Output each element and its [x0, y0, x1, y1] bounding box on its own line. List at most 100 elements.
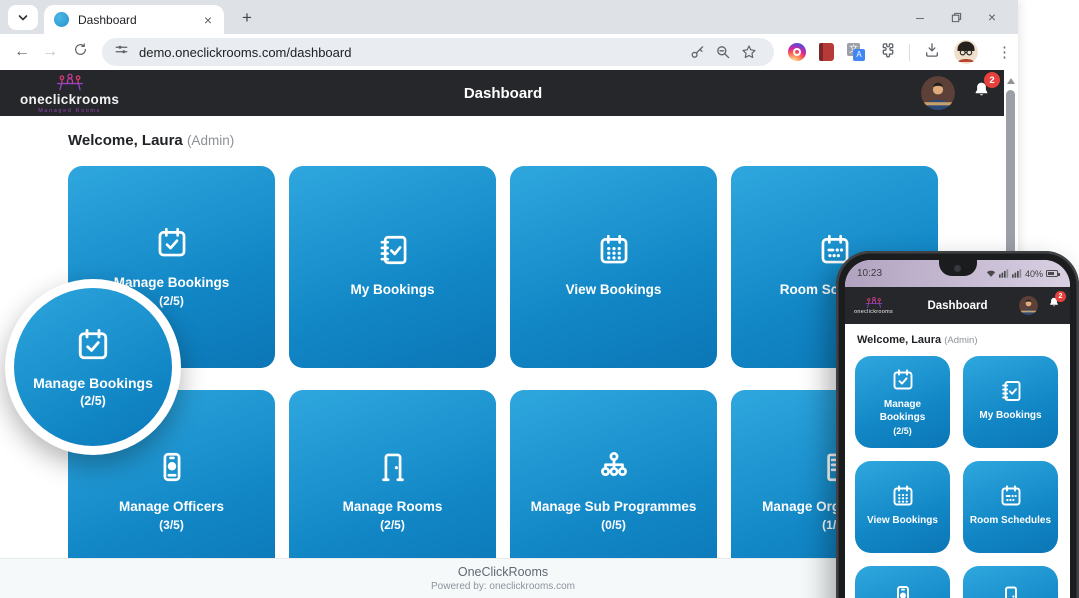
phone-mockup: 10:23 40% oneclickrooms Dashboard	[836, 251, 1079, 598]
door-icon	[999, 584, 1023, 598]
calendar-grid-icon	[891, 484, 915, 508]
calendar-grid-icon	[597, 233, 631, 267]
tile-label: View Bookings	[867, 515, 938, 528]
window-restore-button[interactable]	[938, 0, 974, 34]
wifi-icon	[986, 269, 996, 278]
phone-tile-my-bookings[interactable]: My Bookings	[963, 356, 1058, 448]
tile-label: Manage Rooms	[343, 498, 443, 516]
tab-search-button[interactable]	[8, 5, 38, 30]
scrollbar-up-arrow[interactable]	[1007, 78, 1015, 84]
tile-count: (0/5)	[601, 518, 626, 532]
zoom-out-icon[interactable]	[710, 44, 736, 60]
chevron-down-icon	[17, 12, 29, 24]
tile-count: (2/5)	[893, 426, 912, 436]
url-bar[interactable]: demo.oneclickrooms.com/dashboard	[102, 38, 774, 66]
tile-label: Room Schedules	[970, 515, 1051, 528]
tile-view-bookings[interactable]: View Bookings	[510, 166, 717, 368]
phone-notifications-bell-icon[interactable]: 2	[1047, 296, 1061, 315]
tile-count: (3/5)	[159, 518, 184, 532]
tile-label: My Bookings	[350, 281, 434, 299]
battery-icon	[1046, 270, 1058, 277]
tab-title: Dashboard	[78, 13, 200, 27]
extensions-area: 文A ⋮	[788, 40, 1018, 64]
callout-count: (2/5)	[80, 394, 106, 408]
tile-label: Manage Officers	[119, 498, 224, 516]
calendar-dots-icon	[999, 484, 1023, 508]
battery-percent: 40%	[1025, 269, 1043, 279]
phone-tile-room-schedules[interactable]: Room Schedules	[963, 461, 1058, 553]
page: { "glyphs": { "close": "×", "plus": "+",…	[0, 0, 1079, 598]
tile-label: Manage Sub Programmes	[531, 498, 697, 516]
phone-notification-badge: 2	[1055, 291, 1066, 302]
window-close-button[interactable]: ×	[974, 0, 1010, 34]
phone-app-header: oneclickrooms Dashboard 2	[845, 287, 1070, 324]
browser-toolbar: ← → demo.oneclickrooms.com/dashboard 文A	[0, 34, 1018, 70]
new-tab-button[interactable]: +	[234, 5, 260, 31]
phone-status-bar: 10:23 40%	[845, 260, 1070, 287]
phone-tile-view-bookings[interactable]: View Bookings	[855, 461, 950, 553]
notebook-check-icon	[999, 379, 1023, 403]
phone-tile-manage-rooms[interactable]: Manage Rooms (2/5)	[963, 566, 1058, 598]
phone-welcome-text: Welcome, Laura	[857, 334, 941, 346]
browser-profile-avatar[interactable]	[954, 40, 978, 64]
magnified-manage-bookings-tile: Manage Bookings (2/5)	[14, 288, 172, 446]
status-icons: 40%	[986, 269, 1058, 279]
magnifier-callout: Manage Bookings (2/5)	[5, 279, 181, 455]
phone-welcome-heading: Welcome, Laura (Admin)	[857, 334, 1060, 346]
window-controls: – ×	[902, 0, 1010, 34]
signal-icon	[999, 269, 1009, 278]
user-avatar[interactable]	[921, 76, 955, 110]
tab-strip: Dashboard × + – ×	[0, 0, 1018, 34]
instagram-extension-icon[interactable]	[788, 43, 806, 61]
password-key-icon[interactable]	[684, 44, 710, 60]
extensions-puzzle-icon[interactable]	[878, 41, 896, 64]
window-minimize-button[interactable]: –	[902, 0, 938, 34]
logo-tagline: Managed Rooms	[38, 109, 101, 115]
tile-count: (2/5)	[159, 294, 184, 308]
tile-my-bookings[interactable]: My Bookings	[289, 166, 496, 368]
site-settings-icon[interactable]	[114, 42, 129, 62]
translate-extension-icon[interactable]: 文A	[847, 43, 865, 61]
tile-label: My Bookings	[979, 410, 1041, 423]
calendar-check-icon	[891, 368, 915, 392]
reload-button[interactable]	[66, 42, 94, 62]
phone-notch	[939, 260, 977, 276]
phone-welcome-role: (Admin)	[944, 335, 977, 346]
tab-favicon-icon	[54, 12, 69, 27]
downloads-icon[interactable]	[923, 41, 941, 64]
tile-grid: Manage Bookings (2/5) My Bookings View B…	[68, 166, 938, 592]
url-text: demo.oneclickrooms.com/dashboard	[139, 45, 684, 60]
app-header: oneclickrooms Managed Rooms Dashboard 2	[0, 70, 1006, 116]
toolbar-divider	[909, 44, 910, 61]
tile-label: View Bookings	[566, 281, 662, 299]
forward-button[interactable]: →	[36, 43, 64, 61]
back-button[interactable]: ←	[8, 43, 36, 61]
browser-menu-icon[interactable]: ⋮	[991, 43, 1018, 61]
calendar-check-icon	[75, 327, 111, 363]
phone-user-avatar[interactable]	[1019, 296, 1038, 315]
org-chart-icon	[597, 450, 631, 484]
tile-label: Manage Bookings	[861, 399, 944, 424]
phone-dashboard-content: Welcome, Laura (Admin) Manage Bookings (…	[845, 324, 1070, 598]
bookmark-star-icon[interactable]	[736, 44, 762, 60]
tile-count: (2/5)	[380, 518, 405, 532]
camera-icon	[954, 265, 961, 272]
officer-badge-icon	[155, 450, 189, 484]
browser-tab[interactable]: Dashboard ×	[44, 5, 224, 34]
phone-tile-manage-officers[interactable]: Manage Officers (3/5)	[855, 566, 950, 598]
phone-tile-manage-bookings[interactable]: Manage Bookings (2/5)	[855, 356, 950, 448]
tab-close-icon[interactable]: ×	[200, 12, 216, 28]
page-title: Dashboard	[0, 85, 1006, 102]
officer-badge-icon	[891, 584, 915, 598]
status-time: 10:23	[857, 268, 882, 279]
book-extension-icon[interactable]	[819, 43, 834, 61]
welcome-heading: Welcome, Laura (Admin)	[68, 132, 234, 149]
notifications-bell-icon[interactable]: 2	[971, 80, 992, 106]
phone-screen: 10:23 40% oneclickrooms Dashboard	[845, 260, 1070, 598]
notification-badge: 2	[984, 72, 1000, 88]
callout-label: Manage Bookings	[33, 375, 153, 391]
welcome-text: Welcome, Laura	[68, 132, 183, 149]
welcome-role: (Admin)	[187, 133, 234, 148]
phone-tile-grid: Manage Bookings (2/5) My Bookings View B…	[855, 356, 1060, 598]
calendar-check-icon	[155, 226, 189, 260]
